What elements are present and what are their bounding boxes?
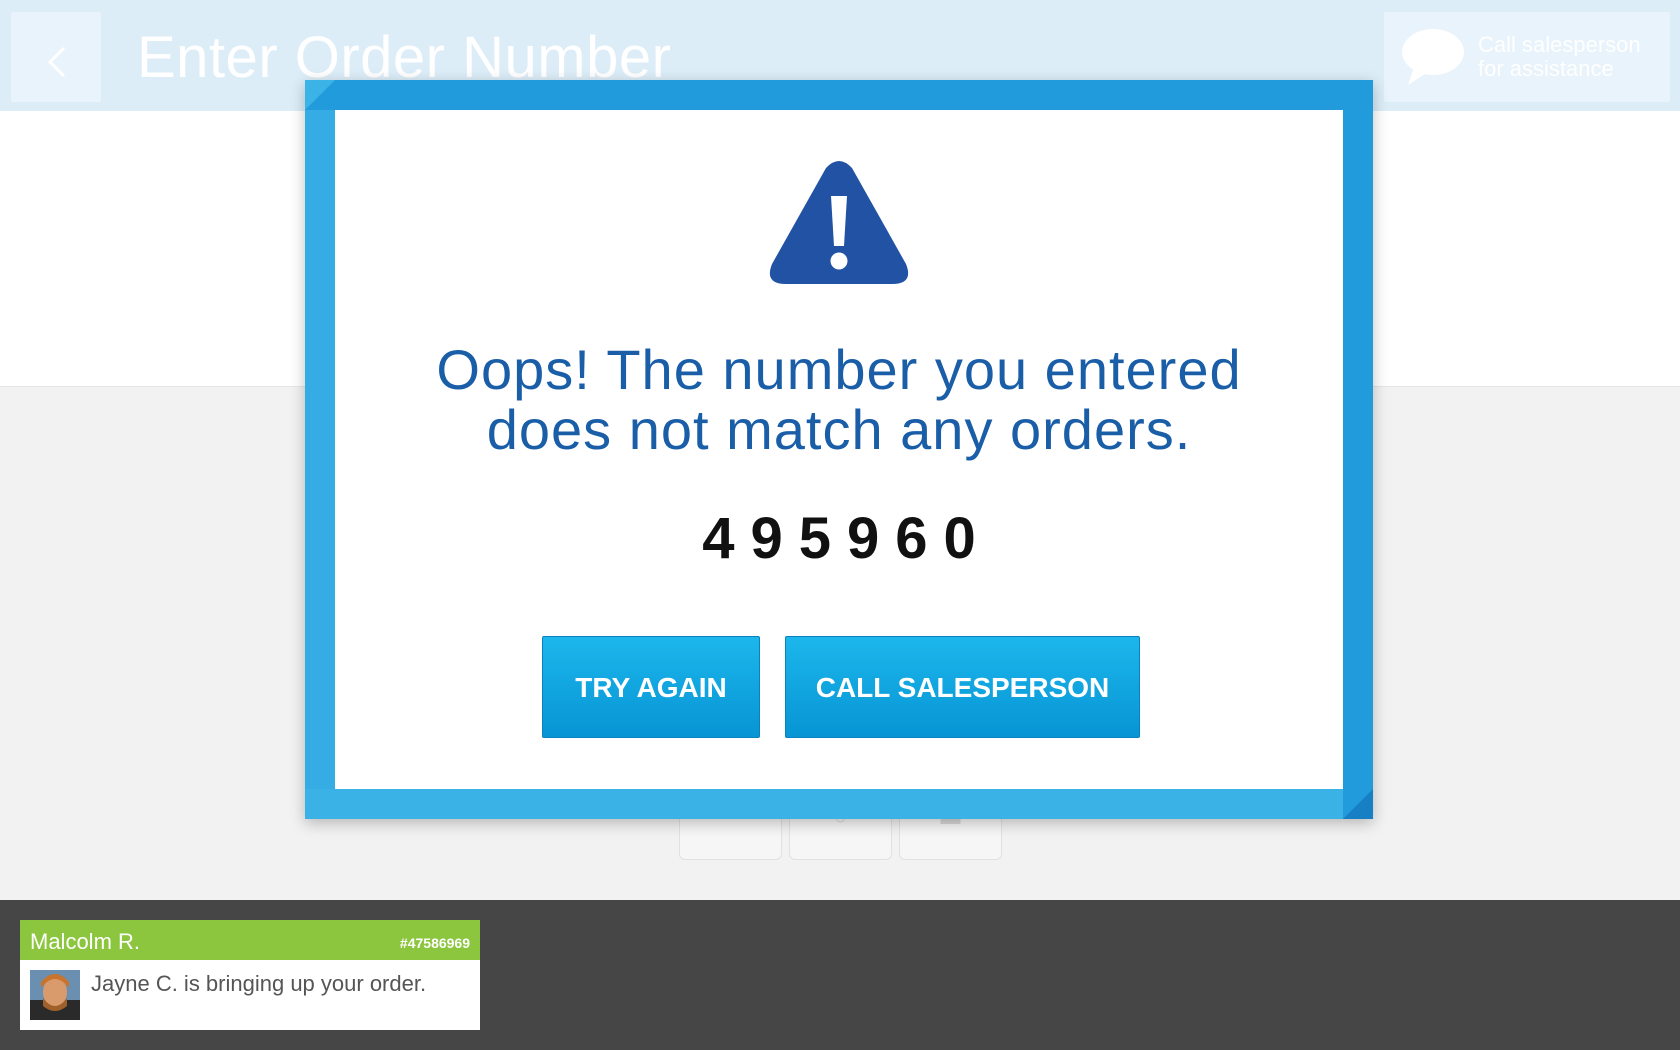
entered-order-number: 495960 [702,506,992,571]
try-again-button[interactable]: TRY AGAIN [542,636,760,738]
avatar-image [30,970,80,1020]
assist-line-2: for assistance [1478,56,1614,81]
dialog-frame-bottom [305,789,1343,819]
page: Enter Order Number Call salesperson for … [0,0,1680,1050]
notification-card: Malcolm R. #47586969 Jayne C. is bringin… [20,920,480,1030]
order-id: #47586969 [399,935,470,951]
assist-line-1: Call salesperson [1478,32,1641,57]
back-arrow-icon [47,46,66,78]
warning-icon [769,161,909,284]
notification-message: Jayne C. is bringing up your order. [91,971,427,996]
notification-header: Malcolm R. #47586969 [20,920,480,960]
speech-bubble-icon [1402,29,1464,85]
error-message: Oops! The number you entered does not ma… [335,340,1343,460]
avatar [30,970,80,1020]
error-dialog: Oops! The number you entered does not ma… [305,80,1373,819]
dialog-frame-corner [1343,789,1373,819]
error-message-line-2: does not match any orders. [486,398,1192,461]
dialog-frame-left [305,110,335,789]
call-assistance-button[interactable]: Call salesperson for assistance [1384,12,1670,102]
call-salesperson-button[interactable]: CALL SALESPERSON [785,636,1140,738]
dialog-body: Oops! The number you entered does not ma… [335,110,1343,789]
dialog-frame-corner [305,80,335,110]
back-button[interactable] [11,12,101,102]
customer-name: Malcolm R. [30,929,141,954]
error-message-line-1: Oops! The number you entered [436,338,1242,401]
assist-text: Call salesperson for assistance [1478,33,1641,81]
